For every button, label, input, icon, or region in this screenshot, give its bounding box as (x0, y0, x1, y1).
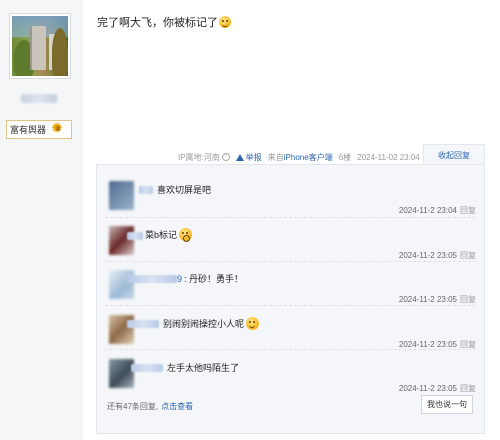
reply-text: 喜欢切屏是吧 (157, 185, 212, 195)
reply-meta: 2024-11-2 23:05 回复 (399, 250, 476, 261)
reply-content: 菜b标记 (145, 228, 193, 242)
reply-time: 2024-11-2 23:05 (398, 251, 457, 260)
divider (105, 349, 476, 350)
sub-reply: 喜欢切屏是吧 2024-11-2 23:04 回复 (97, 173, 484, 217)
reply-time: 2024-11-2 23:04 (398, 206, 457, 215)
reply-content: 左手太他吗陌生了 (167, 361, 239, 374)
reply-text: : 丹砂！勇手！ (184, 274, 244, 284)
reply-button[interactable]: 回复 (460, 295, 476, 304)
reply-username[interactable] (127, 232, 143, 240)
reply-meta: 2024-11-2 23:05 回复 (399, 294, 476, 305)
reply-content: 9: 丹砂！勇手！ (177, 272, 243, 285)
report-link[interactable]: 举报 (235, 152, 262, 163)
reply-text: 菜b标记 (145, 230, 178, 240)
collapse-reply-button[interactable]: 收起回复 (423, 144, 485, 165)
reply-username[interactable] (131, 364, 163, 372)
floor-number: 6楼 (338, 152, 352, 162)
report-label: 举报 (245, 152, 262, 162)
post-body: 完了啊大飞，你被标记了 (97, 14, 231, 30)
sub-replies-panel: 喜欢切屏是吧 2024-11-2 23:04 回复 菜b标记 2024-11-2 … (96, 164, 485, 434)
surprised-emoji-icon (179, 228, 193, 242)
post-text: 完了啊大飞，你被标记了 (97, 17, 218, 29)
sub-reply: 9: 丹砂！勇手！ 2024-11-2 23:05 回复 (97, 262, 484, 306)
reply-button[interactable]: 回复 (460, 251, 476, 260)
more-replies-info: 还有47条回复, 点击查看 (107, 401, 193, 412)
level-number: 8 (56, 126, 60, 133)
author-title-badge[interactable]: 富有舆器 ✹ 8 (6, 120, 72, 139)
reply-avatar[interactable] (109, 226, 134, 255)
reply-text: 别闹别闹操控小人呢 (163, 319, 245, 329)
post-content: 完了啊大飞，你被标记了 IP属地:河南 ? 举报 来自 iPhone客户端 6楼… (83, 0, 500, 440)
sub-reply: 菜b标记 2024-11-2 23:05 回复 (97, 218, 484, 262)
reply-username[interactable] (127, 320, 159, 328)
reply-username-tail[interactable]: 9 (177, 274, 182, 284)
view-more-link[interactable]: 点击查看 (161, 402, 193, 411)
avatar-photo (12, 16, 68, 76)
sweat-smile-emoji-icon (219, 16, 231, 28)
post-datetime: 2024-11-02 23:04 (357, 152, 420, 162)
reply-button[interactable]: 回复 (460, 340, 476, 349)
source-client-link[interactable]: iPhone客户端 (284, 152, 333, 163)
reply-avatar[interactable] (109, 181, 134, 210)
reply-time: 2024-11-2 23:05 (398, 295, 457, 304)
author-sidebar: 富有舆器 ✹ 8 (0, 0, 83, 440)
reply-meta: 2024-11-2 23:04 回复 (399, 205, 476, 216)
add-reply-button[interactable]: 我也说一句 (421, 395, 473, 414)
reply-content: 别闹别闹操控小人呢 (163, 317, 260, 330)
reply-meta: 2024-11-2 23:05 回复 (399, 383, 476, 394)
reply-username[interactable] (139, 186, 153, 194)
smile-emoji-icon (246, 317, 260, 330)
source-prefix: 来自 (267, 152, 284, 162)
reply-time: 2024-11-2 23:05 (398, 340, 457, 349)
sub-reply: 别闹别闹操控小人呢 2024-11-2 23:05 回复 (97, 307, 484, 351)
author-username[interactable] (21, 94, 57, 103)
divider (105, 305, 476, 306)
reply-username[interactable] (127, 275, 177, 283)
warning-icon (235, 153, 244, 161)
help-icon[interactable]: ? (221, 153, 230, 161)
sub-reply: 左手太他吗陌生了 2024-11-2 23:05 回复 (97, 351, 484, 395)
title-badge-text: 富有舆器 (10, 125, 47, 135)
reply-button[interactable]: 回复 (460, 384, 476, 393)
reply-time: 2024-11-2 23:05 (398, 384, 457, 393)
reply-button[interactable]: 回复 (460, 206, 476, 215)
reply-text: 左手太他吗陌生了 (167, 363, 240, 373)
ip-location: IP属地:河南 (178, 152, 220, 162)
more-replies-count: 还有47条回复, (107, 402, 159, 411)
reply-content: 喜欢切屏是吧 (157, 183, 211, 196)
author-avatar[interactable] (9, 13, 71, 79)
reply-avatar[interactable] (109, 359, 134, 388)
